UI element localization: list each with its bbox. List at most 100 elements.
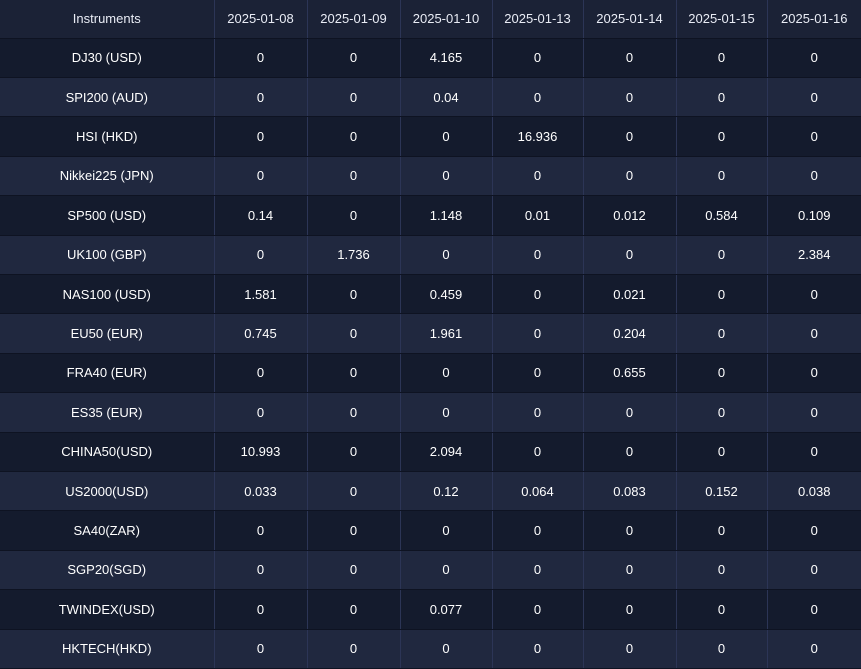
table-cell: 0.077 [399,589,492,630]
table-row: TWINDEX(USD) 0 0 0.077 0 0 0 0 [0,589,861,630]
table-cell: 0 [213,392,307,433]
table-cell: 0 [399,116,492,157]
table-cell: 0 [306,353,400,394]
table-cell: 0 [491,510,583,551]
table-cell: 0 [491,77,583,118]
table-row: UK100 (GBP) 0 1.736 0 0 0 0 2.384 [0,235,861,275]
instrument-name: CHINA50(USD) [0,432,214,472]
table-cell: 0 [766,116,861,157]
table-cell: 0 [491,156,583,197]
table-cell: 0 [582,589,676,630]
table-cell: 0.745 [213,313,307,354]
table-row: Nikkei225 (JPN) 0 0 0 0 0 0 0 [0,156,861,197]
table-cell: 0.021 [582,274,676,315]
table-cell: 0 [582,235,676,275]
table-cell: 0 [399,235,492,275]
table-cell: 0 [213,77,307,118]
table-cell: 0 [675,392,767,433]
table-cell: 0.655 [582,353,676,394]
table-cell: 0 [213,156,307,197]
table-row: NAS100 (USD) 1.581 0 0.459 0 0.021 0 0 [0,274,861,315]
dividends-table: Instruments 2025-01-08 2025-01-09 2025-0… [0,0,861,669]
table-cell: 0.064 [491,471,583,512]
instrument-name: NAS100 (USD) [0,274,214,315]
table-cell: 0 [582,629,676,669]
table-cell: 0 [213,116,307,157]
table-cell: 0 [582,550,676,591]
table-cell: 0 [491,432,583,472]
table-cell: 0 [675,77,767,118]
table-cell: 0 [306,432,400,472]
table-cell: 0.01 [491,195,583,236]
table-cell: 2.384 [766,235,861,275]
table-cell: 0 [582,510,676,551]
table-cell: 1.148 [399,195,492,236]
table-cell: 0.12 [399,471,492,512]
table-row: SPI200 (AUD) 0 0 0.04 0 0 0 0 [0,77,861,118]
instrument-name: SP500 (USD) [0,195,214,236]
table-row: SA40(ZAR) 0 0 0 0 0 0 0 [0,510,861,551]
table-cell: 0 [675,510,767,551]
table-cell: 0 [491,274,583,315]
instrument-name: Nikkei225 (JPN) [0,156,214,197]
table-cell: 0 [491,38,583,78]
table-cell: 0 [766,156,861,197]
table-header: Instruments 2025-01-08 2025-01-09 2025-0… [0,0,861,39]
table-cell: 0.204 [582,313,676,354]
table-cell: 0 [306,38,400,78]
table-cell: 0 [766,38,861,78]
table-cell: 0 [766,274,861,315]
table-cell: 0.14 [213,195,307,236]
table-cell: 0 [306,77,400,118]
table-cell: 0 [213,550,307,591]
table-cell: 0 [306,629,400,669]
table-cell: 1.581 [213,274,307,315]
table-cell: 0 [491,550,583,591]
instrument-name: SGP20(SGD) [0,550,214,591]
table-cell: 0 [306,471,400,512]
header-row: Instruments 2025-01-08 2025-01-09 2025-0… [0,0,861,39]
instrument-name: SPI200 (AUD) [0,77,214,118]
table-cell: 0.012 [582,195,676,236]
table-cell: 0 [675,156,767,197]
instrument-name: HKTECH(HKD) [0,629,214,669]
table-cell: 0 [582,392,676,433]
table-row: SGP20(SGD) 0 0 0 0 0 0 0 [0,550,861,591]
header-date: 2025-01-16 [766,0,861,39]
header-date: 2025-01-10 [399,0,492,39]
table-cell: 0 [675,432,767,472]
table-cell: 0 [675,116,767,157]
table-row: FRA40 (EUR) 0 0 0 0 0.655 0 0 [0,353,861,394]
table-cell: 0.033 [213,471,307,512]
table-cell: 0 [306,116,400,157]
table-cell: 0 [399,629,492,669]
header-date: 2025-01-13 [491,0,583,39]
table-row: CHINA50(USD) 10.993 0 2.094 0 0 0 0 [0,432,861,472]
table-cell: 0.459 [399,274,492,315]
table-row: SP500 (USD) 0.14 0 1.148 0.01 0.012 0.584 0.109 [0,195,861,236]
table-cell: 0 [766,629,861,669]
table-body: DJ30 (USD) 0 0 4.165 0 0 0 0 SPI200 (AUD) 0 0 0.04 0… [0,38,861,669]
table-cell: 4.165 [399,38,492,78]
table-cell: 0 [399,156,492,197]
table-cell: 0 [766,392,861,433]
table-cell: 0 [213,629,307,669]
table-cell: 0 [582,116,676,157]
table-cell: 2.094 [399,432,492,472]
table-cell: 0 [306,274,400,315]
header-date: 2025-01-14 [582,0,676,39]
table-cell: 0 [213,353,307,394]
table-cell: 0 [675,589,767,630]
table-cell: 0 [306,510,400,551]
table-row: HSI (HKD) 0 0 0 16.936 0 0 0 [0,116,861,157]
table-cell: 0 [766,510,861,551]
table-cell: 0.04 [399,77,492,118]
table-cell: 0 [675,353,767,394]
table-cell: 0 [582,38,676,78]
instrument-name: FRA40 (EUR) [0,353,214,394]
table-cell: 1.736 [306,235,400,275]
table-cell: 10.993 [213,432,307,472]
table-cell: 0 [766,589,861,630]
table-cell: 0 [491,313,583,354]
instrument-name: UK100 (GBP) [0,235,214,275]
